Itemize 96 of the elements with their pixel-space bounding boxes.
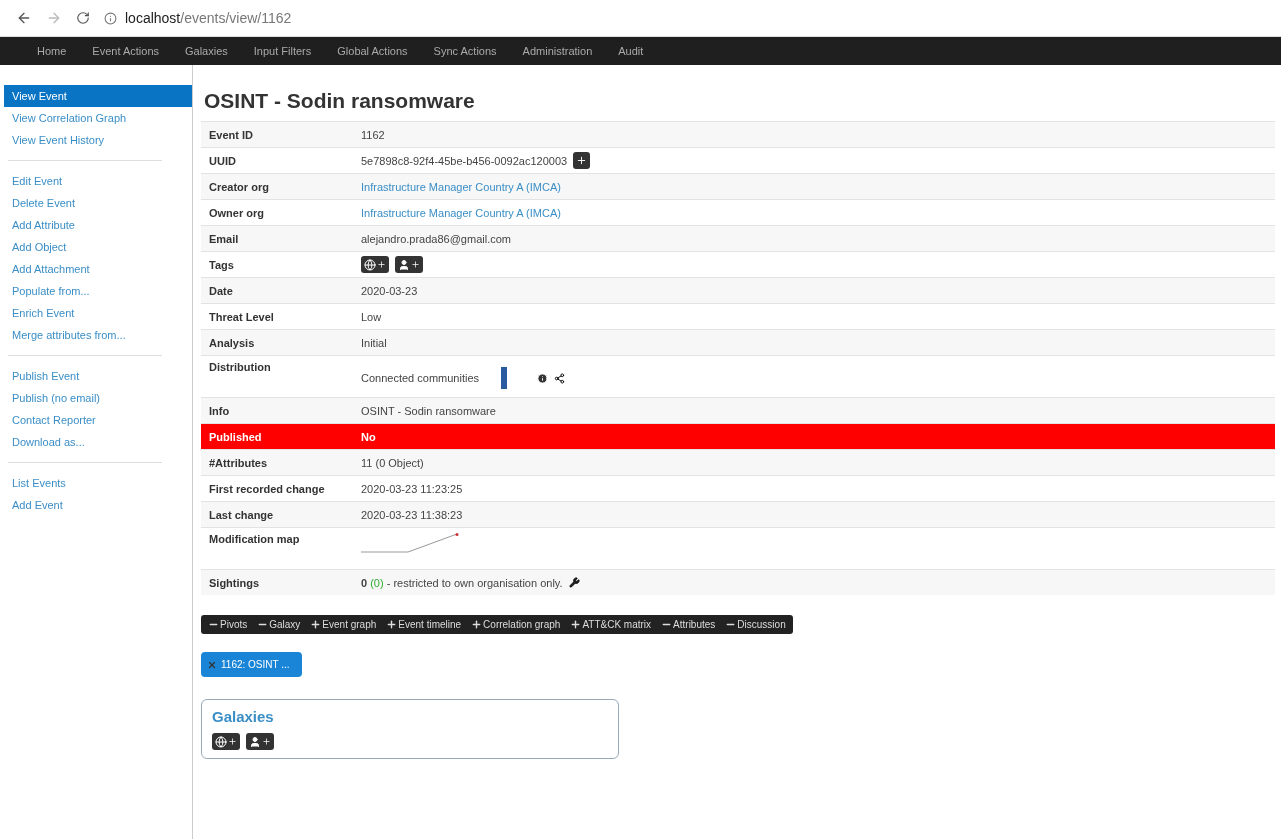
nav-item[interactable]: Event Actions <box>81 45 170 57</box>
field-label: #Attributes <box>208 456 269 469</box>
sidebar-item[interactable]: Enrich Event <box>4 302 192 324</box>
field-value: 2020-03-23 11:38:23 <box>361 508 463 521</box>
field-label: Event ID <box>208 128 254 141</box>
section-toggle[interactable]: Discussion <box>720 618 791 631</box>
sidebar-item[interactable]: Add Event <box>4 494 192 516</box>
field-value: 2020-03-23 <box>361 284 418 297</box>
address-bar[interactable]: localhost/events/view/1162 <box>104 10 292 26</box>
field-label: First recorded change <box>208 482 326 495</box>
section-toggle[interactable]: Event timeline <box>381 618 467 631</box>
field-label: Analysis <box>208 336 256 349</box>
section-toggle[interactable]: ATT&CK matrix <box>565 618 657 631</box>
sidebar-item[interactable]: Populate from... <box>4 280 192 302</box>
add-tag-button[interactable] <box>212 733 240 750</box>
plus-icon <box>471 619 483 630</box>
field-label: Distribution <box>208 361 272 373</box>
sidebar-item[interactable]: Add Attribute <box>4 214 192 236</box>
plus-icon <box>310 619 322 630</box>
nav-item[interactable]: Administration <box>511 45 604 57</box>
sidebar-item[interactable]: Add Attachment <box>4 258 192 280</box>
org-link[interactable]: Infrastructure Manager Country A (IMCA) <box>361 206 561 219</box>
back-icon <box>16 10 32 26</box>
org-link[interactable]: Infrastructure Manager Country A (IMCA) <box>361 180 561 193</box>
field-value: 11 (0 Object) <box>361 456 424 469</box>
field-label: Date <box>208 284 234 297</box>
event-title: OSINT - Sodin ransomware <box>204 89 476 113</box>
field-value: No <box>361 430 376 443</box>
sidebar-item[interactable]: Merge attributes from... <box>4 324 192 346</box>
nav-item[interactable]: Sync Actions <box>422 45 508 57</box>
field-label: Modification map <box>208 533 301 545</box>
nav-item[interactable]: Global Actions <box>326 45 419 57</box>
sidebar-item[interactable]: View Correlation Graph <box>4 107 192 129</box>
card-title: Galaxies <box>212 708 275 725</box>
plus-icon <box>570 619 582 630</box>
add-local-tag-button[interactable] <box>246 733 274 750</box>
field-value: Initial <box>361 336 387 349</box>
user-icon <box>249 735 261 748</box>
globe-icon <box>215 735 227 748</box>
nav-item[interactable]: Input Filters <box>242 45 323 57</box>
section-toggle[interactable]: Galaxy <box>252 618 306 631</box>
field-label: Owner org <box>208 206 265 219</box>
section-toggle[interactable]: Correlation graph <box>466 618 566 631</box>
add-tag-button[interactable] <box>361 256 389 273</box>
plus-icon <box>262 737 271 746</box>
info-icon <box>537 372 548 384</box>
field-label: Sightings <box>208 576 261 589</box>
plus-icon <box>377 260 386 269</box>
field-value: OSINT - Sodin ransomware <box>361 404 496 417</box>
share-icon <box>554 372 565 384</box>
sidebar-item[interactable]: View Event History <box>4 129 192 151</box>
reload-icon <box>76 11 90 25</box>
field-value: alejandro.prada86@gmail.com <box>361 232 511 245</box>
nav-item[interactable]: Home <box>26 45 78 57</box>
sidebar-item[interactable]: Publish Event <box>4 365 192 387</box>
field-value: 5e7898c8-92f4-45be-b456-0092ac120003 <box>361 154 568 167</box>
forward-icon <box>46 10 62 26</box>
plus-icon <box>576 155 588 166</box>
field-label: Last change <box>208 508 275 521</box>
nav-item[interactable]: Audit <box>607 45 655 57</box>
field-value: 2020-03-23 11:23:25 <box>361 482 463 495</box>
field-label: Tags <box>208 258 235 271</box>
field-label: Creator org <box>208 180 270 193</box>
section-toggle[interactable]: Attributes <box>656 618 721 631</box>
sidebar-item[interactable]: Edit Event <box>4 170 192 192</box>
plus-icon <box>386 619 398 630</box>
sightings-text: 0 (0) - restricted to own organisation only. <box>361 576 563 589</box>
distribution-bar <box>501 367 507 389</box>
add-button[interactable] <box>573 152 591 169</box>
section-toggle[interactable]: Event graph <box>305 618 382 631</box>
field-label: Published <box>208 430 263 443</box>
pivot-button[interactable]: 1162: OSINT ... <box>201 652 302 677</box>
field-value: Low <box>361 310 382 323</box>
sidebar-item[interactable]: View Event <box>4 85 192 107</box>
sidebar-item[interactable]: List Events <box>4 472 192 494</box>
close-icon[interactable] <box>207 659 217 670</box>
info-icon <box>104 11 117 25</box>
field-label: Info <box>208 404 231 417</box>
user-icon <box>398 258 410 271</box>
sidebar-item[interactable]: Delete Event <box>4 192 192 214</box>
sidebar-item[interactable]: Add Object <box>4 236 192 258</box>
field-label: UUID <box>208 154 237 167</box>
nav-item[interactable]: Galaxies <box>174 45 239 57</box>
field-label: Threat Level <box>208 310 275 323</box>
plus-icon <box>228 737 237 746</box>
plus-icon <box>411 260 420 269</box>
wrench-icon[interactable] <box>568 577 580 588</box>
field-label: Email <box>208 232 240 245</box>
field-value: Connected communities <box>361 372 479 384</box>
sidebar-item[interactable]: Download as... <box>4 431 192 453</box>
globe-icon <box>364 258 376 271</box>
field-value: 1162 <box>361 128 385 141</box>
sidebar-item[interactable]: Contact Reporter <box>4 409 192 431</box>
add-local-tag-button[interactable] <box>395 256 423 273</box>
section-toggle[interactable]: Pivots <box>203 618 253 631</box>
sidebar-item[interactable]: Publish (no email) <box>4 387 192 409</box>
